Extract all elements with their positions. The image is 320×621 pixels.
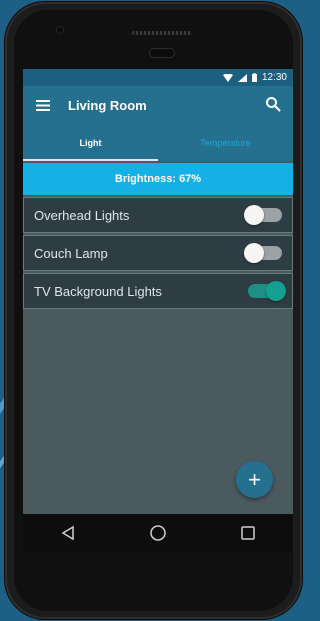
- back-icon: [61, 525, 74, 541]
- list-item: Couch Lamp: [23, 235, 293, 271]
- recents-button[interactable]: [236, 521, 260, 545]
- menu-icon: [36, 99, 50, 111]
- status-time: 12:30: [261, 72, 287, 83]
- light-label: Overhead Lights: [34, 207, 130, 223]
- overhead-lights-toggle[interactable]: [244, 205, 282, 225]
- search-icon: [266, 97, 281, 112]
- brightness-bar[interactable]: Brightness: 67%: [23, 163, 293, 195]
- tab-light[interactable]: Light: [23, 124, 158, 161]
- light-label: Couch Lamp: [34, 245, 108, 261]
- couch-lamp-toggle[interactable]: [244, 243, 282, 263]
- app-bar: Living Room: [23, 86, 293, 124]
- earpiece-speaker: [132, 31, 192, 35]
- status-bar: 12:30: [23, 69, 293, 86]
- toggle-knob: [244, 205, 264, 225]
- toggle-knob: [266, 281, 286, 301]
- list-item: TV Background Lights: [23, 273, 293, 309]
- search-button[interactable]: [265, 96, 283, 114]
- light-label: TV Background Lights: [34, 283, 162, 299]
- battery-icon: [251, 73, 257, 82]
- front-camera: [57, 27, 63, 33]
- system-nav-bar: [23, 514, 293, 552]
- wifi-icon: [222, 73, 233, 82]
- home-icon: [150, 525, 166, 541]
- list-item: Overhead Lights: [23, 197, 293, 233]
- menu-button[interactable]: [23, 86, 63, 124]
- proximity-sensor: [150, 49, 174, 57]
- page-title: Living Room: [68, 97, 147, 113]
- add-button[interactable]: +: [236, 461, 273, 498]
- tab-bar: Light Temperature: [23, 124, 293, 161]
- tv-background-lights-toggle[interactable]: [248, 281, 286, 301]
- app-screen: 12:30 Living Room Light Temperature Brig…: [23, 69, 293, 514]
- tab-temperature[interactable]: Temperature: [158, 124, 293, 161]
- recents-icon: [241, 526, 255, 540]
- home-button[interactable]: [146, 521, 170, 545]
- toggle-knob: [244, 243, 264, 263]
- back-button[interactable]: [56, 521, 80, 545]
- lights-list: Overhead Lights Couch Lamp TV Background…: [23, 197, 293, 311]
- signal-icon: [237, 73, 247, 82]
